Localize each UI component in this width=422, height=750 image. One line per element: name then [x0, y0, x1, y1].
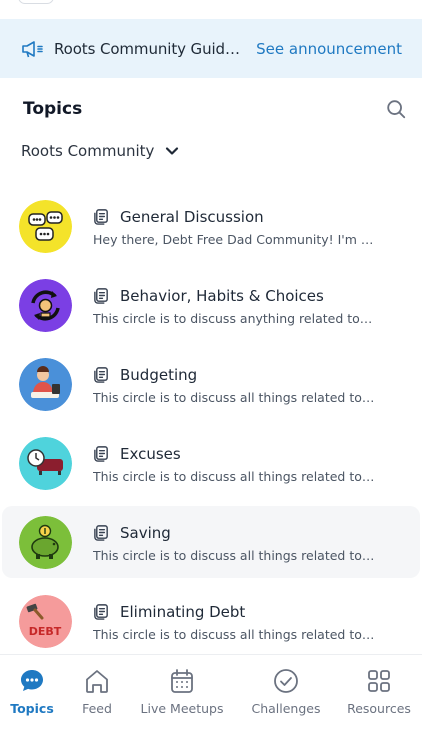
tab-label: Resources: [347, 701, 411, 716]
bottom-tab-bar: Topics Feed Live Meetups Challenges Reso…: [0, 654, 422, 750]
tab-topics[interactable]: Topics: [10, 667, 54, 716]
tab-label: Live Meetups: [140, 701, 224, 716]
list-item[interactable]: General Discussion Hey there, Debt Free …: [0, 190, 422, 262]
search-icon[interactable]: [385, 98, 407, 120]
tab-challenges[interactable]: Challenges: [250, 667, 322, 716]
circle-title: Budgeting: [120, 365, 198, 384]
circle-description: Hey there, Debt Free Dad Community! I'm …: [93, 231, 375, 247]
check-circle-icon: [274, 669, 298, 693]
chevron-down-icon: [166, 147, 179, 155]
circle-avatar: [19, 199, 72, 253]
list-item-selected[interactable]: Saving This circle is to discuss all thi…: [2, 506, 420, 578]
circle-title: Excuses: [120, 444, 181, 463]
document-icon: [94, 288, 108, 304]
list-item[interactable]: Budgeting This circle is to discuss all …: [0, 348, 422, 420]
chat-bubble-icon: [21, 670, 43, 691]
tab-feed[interactable]: Feed: [78, 667, 116, 716]
topics-header: Topics: [23, 96, 407, 122]
circle-avatar: DEBT: [19, 594, 72, 648]
circle-description: This circle is to discuss all things rel…: [93, 547, 375, 563]
circle-avatar: [19, 436, 72, 490]
document-icon: [94, 446, 108, 462]
top-partial-element: [18, 0, 54, 4]
circle-title: Behavior, Habits & Choices: [120, 286, 324, 305]
piggy-bank-icon: [19, 515, 72, 569]
circle-description: This circle is to discuss all things rel…: [93, 468, 375, 484]
community-dropdown-label: Roots Community: [21, 142, 155, 160]
announcement-title: Roots Community Guidelines: [54, 39, 248, 58]
tab-label: Feed: [82, 701, 112, 716]
document-icon: [94, 209, 108, 225]
circle-description: This circle is to discuss all things rel…: [93, 389, 375, 405]
page-title: Topics: [23, 99, 83, 119]
document-icon: [94, 604, 108, 620]
speech-bubbles-icon: [19, 199, 72, 253]
community-dropdown[interactable]: Roots Community: [21, 142, 180, 160]
list-item[interactable]: Behavior, Habits & Choices This circle i…: [0, 269, 422, 341]
circle-title: General Discussion: [120, 207, 264, 226]
person-calculator-icon: [19, 357, 72, 411]
document-icon: [94, 525, 108, 541]
see-announcement-link[interactable]: See announcement: [256, 40, 402, 58]
megaphone-icon: [22, 40, 43, 57]
tab-label: Challenges: [251, 701, 321, 716]
tab-label: Topics: [10, 701, 54, 716]
debt-badge-text: DEBT: [29, 625, 62, 638]
list-item[interactable]: Excuses This circle is to discuss all th…: [0, 427, 422, 499]
circle-title: Eliminating Debt: [120, 602, 246, 621]
circle-avatar: [19, 357, 72, 411]
announcement-banner[interactable]: Roots Community Guidelines See announcem…: [0, 19, 422, 78]
grid-icon: [368, 670, 390, 692]
circle-title: Saving: [120, 523, 171, 542]
tab-live-meetups[interactable]: Live Meetups: [140, 667, 224, 716]
tab-resources[interactable]: Resources: [346, 667, 412, 716]
circle-avatar: [19, 278, 72, 332]
list-item[interactable]: DEBT Eliminating Debt This circle is to …: [0, 585, 422, 657]
cycle-arrows-icon: [19, 278, 72, 332]
clock-couch-icon: [19, 436, 72, 490]
circle-avatar: [19, 515, 72, 569]
document-icon: [94, 367, 108, 383]
circle-description: This circle is to discuss all things rel…: [93, 626, 375, 642]
calendar-icon: [171, 669, 193, 693]
home-icon: [86, 670, 108, 693]
circle-description: This circle is to discuss anything relat…: [93, 310, 375, 326]
hammer-debt-icon: DEBT: [19, 594, 72, 648]
